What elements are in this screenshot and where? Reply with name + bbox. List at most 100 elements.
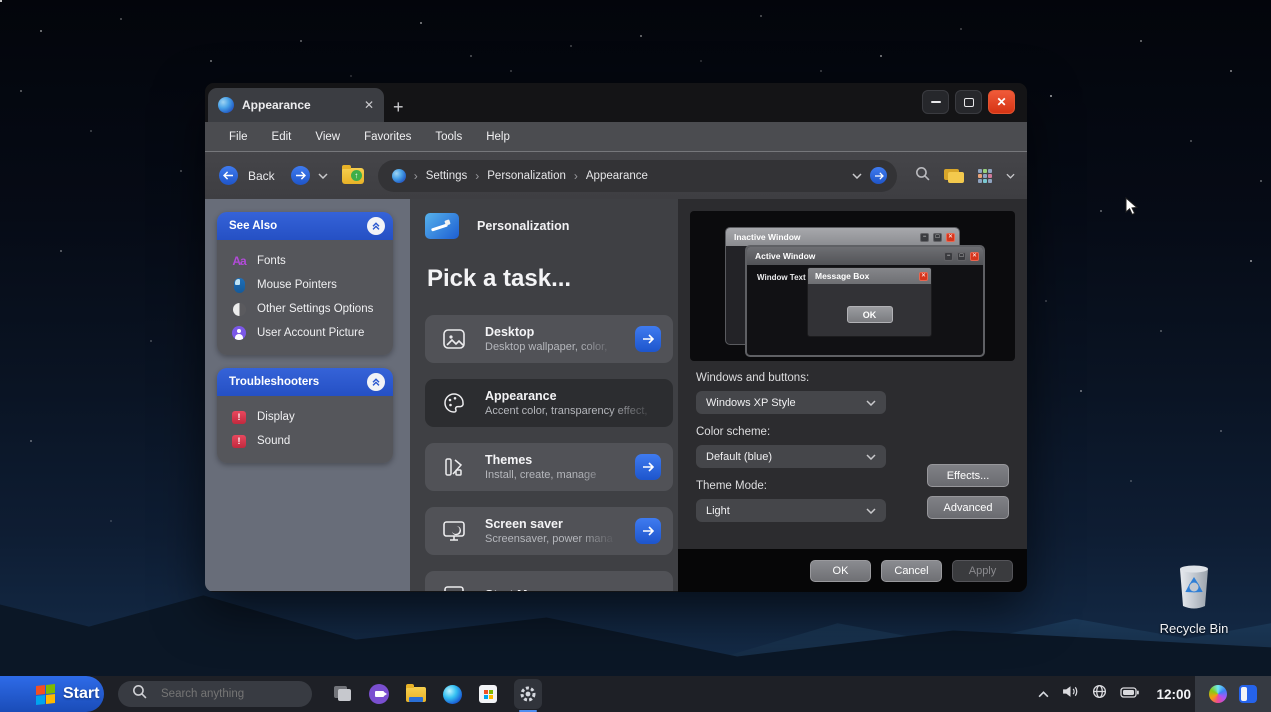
breadcrumb-separator: › [573,168,578,183]
menu-favorites[interactable]: Favorites [364,131,411,143]
recycle-bin-icon [1171,560,1217,617]
windows-logo-icon [36,683,55,705]
start-menu-task-icon [439,580,469,591]
search-input[interactable] [161,688,291,700]
advanced-button[interactable]: Advanced [927,496,1009,519]
view-options-chevron-icon[interactable] [1006,173,1015,179]
sidebar-item-mouse-pointers[interactable]: Mouse Pointers [231,273,393,297]
breadcrumb-app-icon [391,168,406,183]
preview-close-icon: ✕ [946,232,955,242]
effects-button[interactable]: Effects... [927,464,1009,487]
fonts-icon: Aa [232,254,246,268]
menu-edit[interactable]: Edit [272,131,292,143]
ok-button[interactable]: OK [810,559,871,582]
windows-and-buttons-select[interactable]: Windows XP Style [696,391,886,414]
history-chevron-icon[interactable] [318,172,328,179]
themes-go-button[interactable] [635,454,661,480]
task-screen-saver[interactable]: Screen saver Screensaver, power mana [425,507,673,555]
microsoft-store-icon[interactable] [479,685,497,703]
settings-window: Appearance ✕ + ✕ File Edit View Favorite… [205,83,1027,592]
preview-minimize-icon: − [920,232,929,242]
dialog-footer: OK Cancel Apply [678,549,1027,592]
recycle-bin[interactable]: Recycle Bin [1152,560,1236,636]
screen-saver-go-button[interactable] [635,518,661,544]
forward-button[interactable] [290,166,310,185]
close-button[interactable]: ✕ [988,90,1015,114]
navigation-bar: Back ↑ › Settings › Personalization › Ap… [205,152,1027,199]
appearance-task-icon [439,388,469,418]
battery-icon[interactable] [1120,685,1140,703]
mouse-cursor [1125,196,1139,222]
task-view-icon[interactable] [334,686,352,702]
desktop-go-button[interactable] [635,326,661,352]
system-tray: 12:00 [1038,676,1191,712]
preview-window-text: Window Text [757,273,806,282]
color-scheme-select[interactable]: Default (blue) [696,445,886,468]
task-start-menu[interactable]: Start Menu [425,571,673,591]
task-appearance[interactable]: Appearance Accent color, transparency ef… [425,379,673,427]
task-themes[interactable]: Themes Install, create, manage [425,443,673,491]
sidebar-item-user-account-picture[interactable]: User Account Picture [231,321,393,345]
back-label[interactable]: Back [248,169,275,183]
copilot-icon[interactable] [1209,685,1227,703]
apply-button[interactable]: Apply [952,559,1013,582]
see-also-title: See Also [229,220,278,232]
edge-browser-icon[interactable] [443,684,462,704]
breadcrumb-appearance[interactable]: Appearance [586,170,648,182]
settings-app-icon[interactable] [514,679,542,712]
view-options-icon[interactable] [978,168,992,183]
see-also-collapse-button[interactable] [367,217,385,235]
sidebar-item-other-settings[interactable]: Other Settings Options [231,297,393,321]
sidebar-item-fonts[interactable]: Aa Fonts [231,249,393,273]
menu-file[interactable]: File [229,131,248,143]
widgets-icon[interactable] [1239,685,1257,703]
cancel-button[interactable]: Cancel [881,559,942,582]
see-also-header[interactable]: See Also [217,212,393,240]
windows-and-buttons-label: Windows and buttons: [696,372,810,384]
troubleshooters-collapse-button[interactable] [367,373,385,391]
breadcrumb-settings[interactable]: Settings [426,170,468,182]
theme-mode-select[interactable]: Light [696,499,886,522]
desktop-task-icon [439,324,469,354]
troubleshooters-card: Troubleshooters ! Display ! Sound [217,368,393,463]
troubleshooters-title: Troubleshooters [229,376,320,388]
folders-icon[interactable] [944,168,964,183]
chevron-down-icon [866,453,876,460]
up-folder-icon[interactable]: ↑ [341,164,364,184]
taskbar-clock[interactable]: 12:00 [1156,687,1191,702]
back-button[interactable] [219,166,238,185]
address-bar[interactable]: › Settings › Personalization › Appearanc… [377,159,897,192]
stars-decoration [0,0,2,2]
menu-help[interactable]: Help [486,131,510,143]
screen-saver-task-icon [439,516,469,546]
menu-tools[interactable]: Tools [435,131,462,143]
taskbar-search[interactable] [118,681,312,707]
screen: Recycle Bin Appearance ✕ + ✕ File Edit V… [0,0,1271,712]
minimize-button[interactable] [922,90,949,114]
maximize-button[interactable] [955,90,982,114]
sidebar: See Also Aa Fonts Mouse Pointers Other S… [205,199,410,591]
hidden-icons-chevron-icon[interactable] [1038,685,1049,703]
display-troubleshooter-icon: ! [231,409,247,425]
tab-title: Appearance [242,98,311,112]
search-icon[interactable] [915,166,930,186]
start-button[interactable]: Start [0,676,104,712]
breadcrumb-personalization[interactable]: Personalization [487,170,566,182]
address-dropdown-chevron-icon[interactable] [852,172,862,179]
video-chat-icon[interactable] [369,684,389,704]
tab-appearance[interactable]: Appearance ✕ [208,88,384,122]
sidebar-item-sound-troubleshooter[interactable]: ! Sound [231,429,393,453]
file-explorer-icon[interactable] [406,683,426,702]
sidebar-item-display-troubleshooter[interactable]: ! Display [231,405,393,429]
go-button[interactable] [870,167,887,184]
troubleshooters-header[interactable]: Troubleshooters [217,368,393,396]
menu-view[interactable]: View [315,131,340,143]
volume-icon[interactable] [1062,685,1079,703]
tab-close-icon[interactable]: ✕ [364,98,374,112]
task-desktop[interactable]: Desktop Desktop wallpaper, color, [425,315,673,363]
appearance-panel: Inactive Window − □ ✕ Active Window − □ … [678,199,1027,591]
search-icon [132,684,147,704]
new-tab-button[interactable]: + [393,98,404,116]
network-icon[interactable] [1092,684,1107,704]
pick-a-task-heading: Pick a task... [427,265,572,292]
